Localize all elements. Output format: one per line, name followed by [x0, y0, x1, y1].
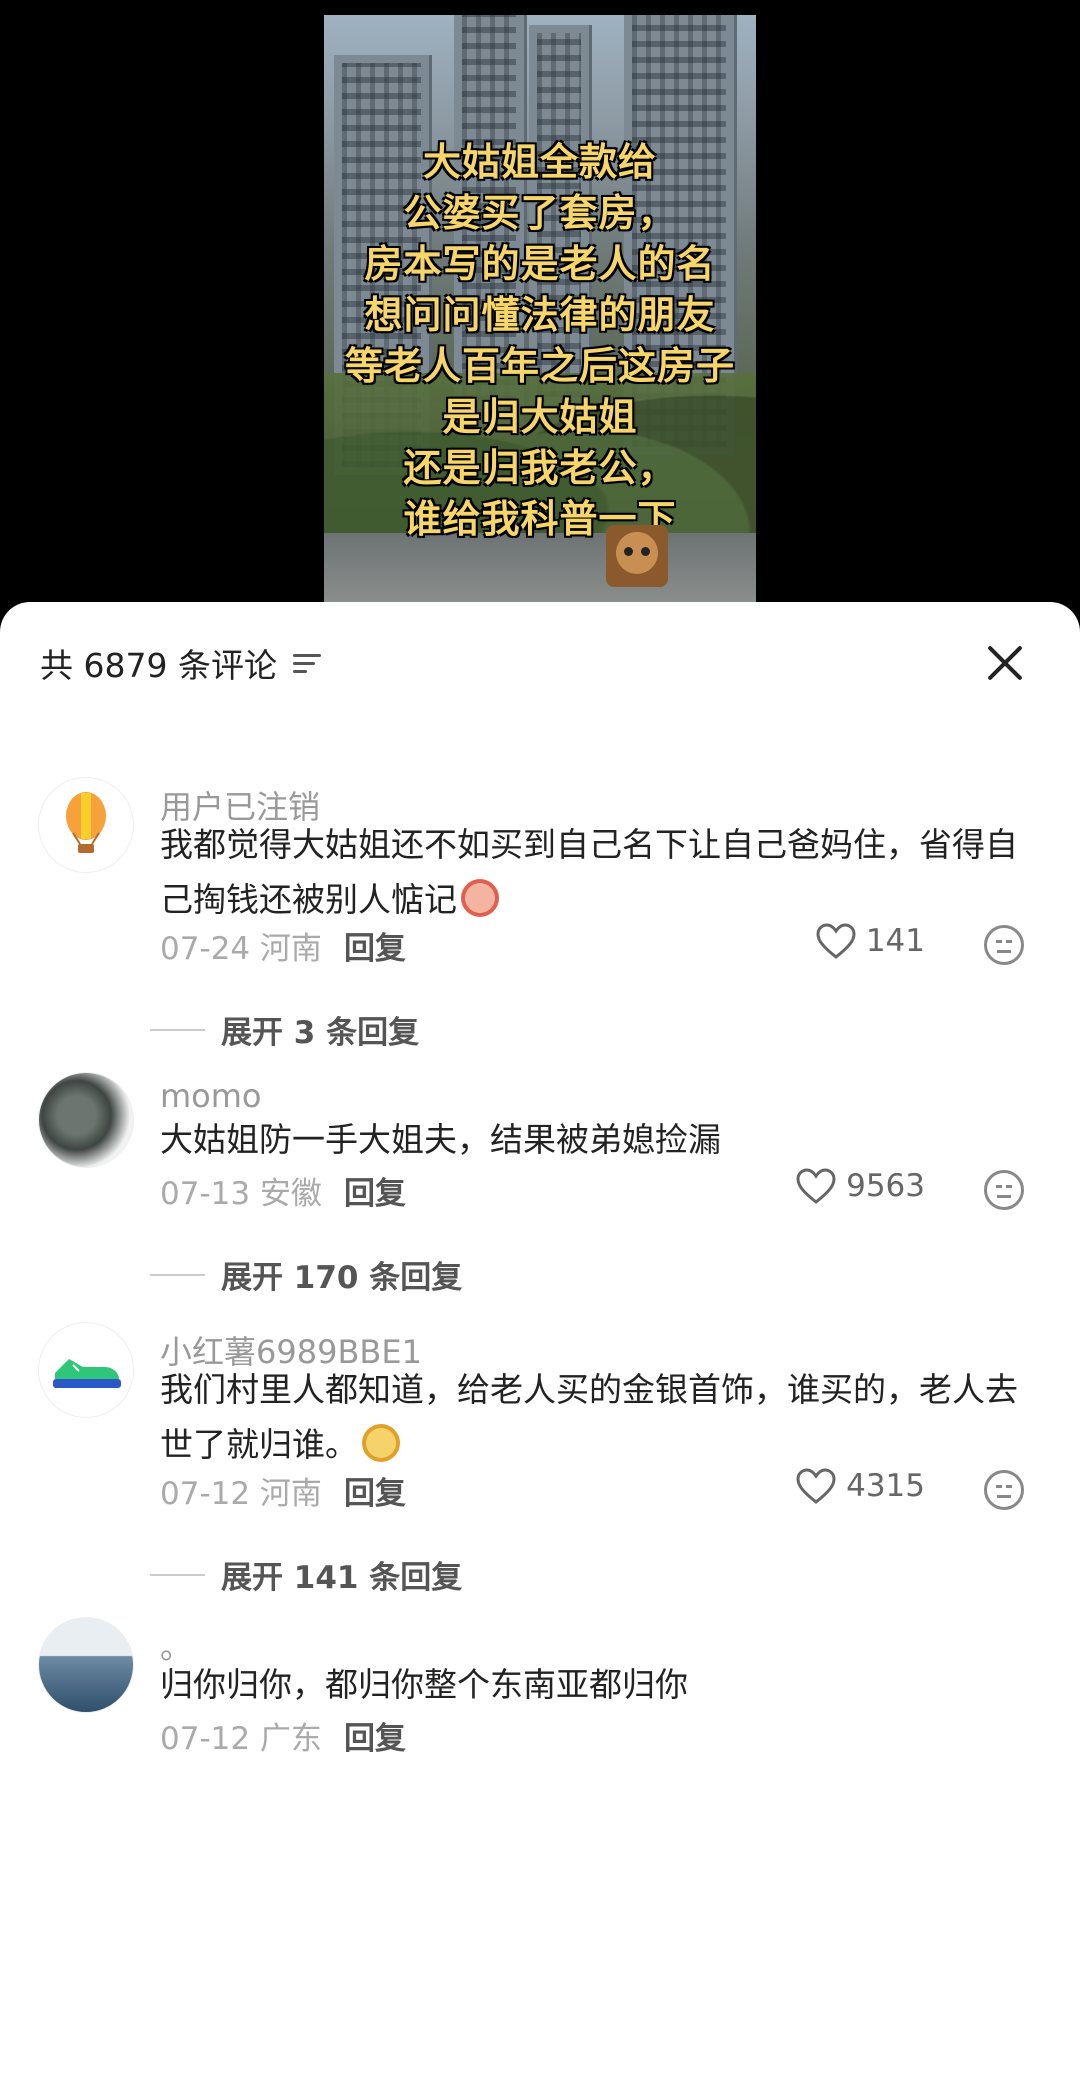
- caption-line: 想问问懂法律的朋友: [364, 293, 716, 337]
- crying-emoji-icon: [461, 879, 499, 917]
- comment-meta: 07-12 河南 回复: [160, 1468, 406, 1513]
- divider-line: [150, 1028, 205, 1031]
- comment-date-location: 07-12 河南: [160, 1476, 322, 1512]
- avatar[interactable]: [38, 777, 134, 873]
- like-button[interactable]: 9563: [796, 1168, 925, 1204]
- sneaker-icon: [53, 1359, 121, 1388]
- comment-text-content: 我们村里人都知道，给老人买的金银首饰，谁买的，老人去世了就归谁。: [160, 1370, 1018, 1464]
- heart-icon: [796, 1168, 836, 1204]
- reply-button[interactable]: 回复: [344, 1713, 406, 1758]
- avatar[interactable]: [38, 1617, 134, 1713]
- close-icon[interactable]: [980, 638, 1030, 688]
- filter-lines-icon[interactable]: [292, 652, 323, 674]
- caption-line: 还是归我老公，: [403, 446, 677, 490]
- comment-text[interactable]: 大姑姐防一手大姐夫，结果被弟媳捡漏: [160, 1112, 1030, 1167]
- avatar[interactable]: [38, 1322, 134, 1418]
- video-caption: 大姑姐全款给 公婆买了套房， 房本写的是老人的名 想问问懂法律的朋友 等老人百年…: [324, 137, 756, 545]
- video-preview[interactable]: 大姑姐全款给 公婆买了套房， 房本写的是老人的名 想问问懂法律的朋友 等老人百年…: [324, 15, 756, 603]
- divider-line: [150, 1273, 205, 1276]
- caption-line: 大姑姐全款给: [422, 140, 657, 184]
- expand-replies-label: 展开 141 条回复: [221, 1560, 463, 1596]
- heart-icon: [816, 923, 856, 959]
- like-button[interactable]: 141: [816, 923, 925, 959]
- comment-meta: 07-24 河南 回复: [160, 923, 406, 968]
- comment-date-location: 07-12 广东: [160, 1721, 322, 1757]
- like-count: 4315: [846, 1468, 925, 1504]
- like-count: 141: [865, 923, 925, 959]
- comments-header: 共 6879 条评论: [40, 638, 323, 688]
- caption-line: 是归大姑姐: [442, 395, 638, 439]
- comment-author[interactable]: momo: [160, 1077, 262, 1115]
- comment-count: 共 6879 条评论: [40, 646, 277, 685]
- reply-button[interactable]: 回复: [344, 1168, 406, 1213]
- expand-replies-button[interactable]: 展开 170 条回复: [150, 1252, 462, 1297]
- dislike-face-icon[interactable]: [984, 925, 1024, 965]
- cat-sticker-icon: [606, 525, 668, 587]
- heart-icon: [796, 1468, 836, 1504]
- caption-line: 房本写的是老人的名: [364, 242, 716, 286]
- comment-meta: 07-13 安徽 回复: [160, 1168, 406, 1213]
- comments-sheet: 共 6879 条评论 用户已注销 我都觉得大姑姐还不如买到自己名下让自己爸妈住，…: [0, 602, 1080, 2097]
- comment-meta: 07-12 广东 回复: [160, 1713, 406, 1758]
- divider-line: [150, 1573, 205, 1576]
- caption-line: 公婆买了套房，: [403, 191, 677, 235]
- comment-text[interactable]: 归你归你，都归你整个东南亚都归你: [160, 1657, 1030, 1712]
- balloon-icon: [66, 792, 106, 853]
- like-count: 9563: [846, 1168, 925, 1204]
- comment-text[interactable]: 我们村里人都知道，给老人买的金银首饰，谁买的，老人去世了就归谁。: [160, 1362, 1030, 1472]
- expand-replies-label: 展开 170 条回复: [221, 1260, 463, 1296]
- caption-line: 谁给我科普一下: [403, 497, 677, 541]
- caption-line: 等老人百年之后这房子: [344, 344, 735, 388]
- like-button[interactable]: 4315: [796, 1468, 925, 1504]
- reply-button[interactable]: 回复: [344, 1468, 406, 1513]
- expand-replies-button[interactable]: 展开 141 条回复: [150, 1552, 462, 1597]
- avatar[interactable]: [38, 1072, 134, 1168]
- expand-replies-button[interactable]: 展开 3 条回复: [150, 1007, 419, 1052]
- reply-button[interactable]: 回复: [344, 923, 406, 968]
- comment-text-content: 我都觉得大姑姐还不如买到自己名下让自己爸妈住，省得自己掏钱还被别人惦记: [160, 825, 1018, 919]
- dislike-face-icon[interactable]: [984, 1170, 1024, 1210]
- expand-replies-label: 展开 3 条回复: [221, 1015, 420, 1051]
- smiling-emoji-icon: [362, 1424, 400, 1462]
- comment-date-location: 07-24 河南: [160, 931, 322, 967]
- comment-date-location: 07-13 安徽: [160, 1176, 322, 1212]
- dislike-face-icon[interactable]: [984, 1470, 1024, 1510]
- comment-text[interactable]: 我都觉得大姑姐还不如买到自己名下让自己爸妈住，省得自己掏钱还被别人惦记: [160, 817, 1030, 927]
